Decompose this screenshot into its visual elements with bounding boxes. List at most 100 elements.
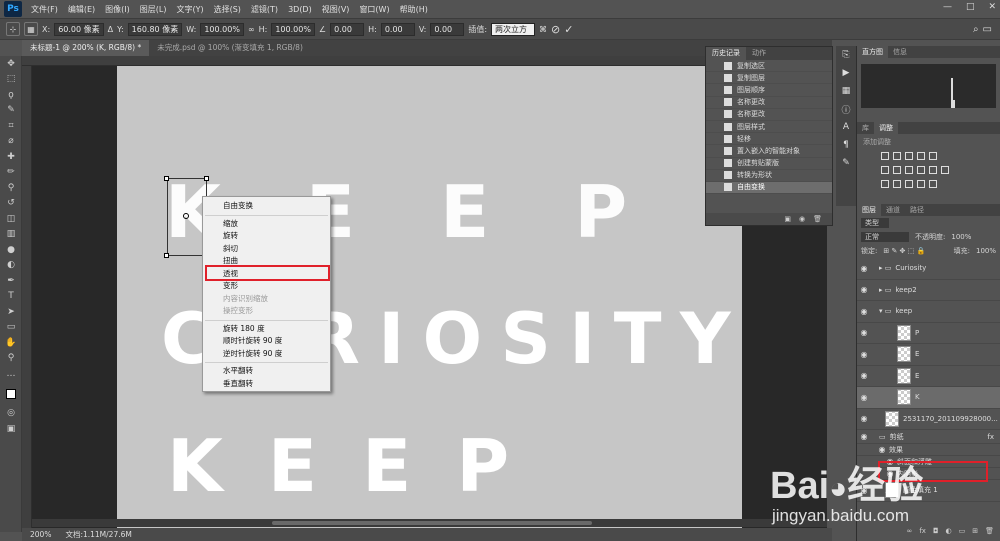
scroll-thumb[interactable] xyxy=(272,521,592,525)
visibility-eye-icon[interactable]: ◉ xyxy=(857,307,871,316)
visibility-eye-icon[interactable]: ◉ xyxy=(857,264,871,273)
history-item[interactable]: 复制图层 xyxy=(706,72,832,85)
properties-dock-icon[interactable]: ▦ xyxy=(836,82,856,100)
tab-libraries[interactable]: 库 xyxy=(857,122,874,134)
bw-icon[interactable] xyxy=(905,166,913,174)
layer-image[interactable]: ◉ 2531170_201109928000... xyxy=(857,409,1000,430)
character-dock-icon[interactable]: A xyxy=(836,118,856,136)
horizontal-scrollbar[interactable] xyxy=(32,519,827,527)
threshold-icon[interactable] xyxy=(905,180,913,188)
shape-tool-icon[interactable]: ▭ xyxy=(0,320,22,336)
layer-group-keep[interactable]: ◉ ▾ ▭ keep xyxy=(857,301,1000,323)
layer-papercut[interactable]: ◉ ▭ 剪纸 fx xyxy=(857,430,1000,444)
transform-handle[interactable] xyxy=(164,253,169,258)
channel-mixer-icon[interactable] xyxy=(929,166,937,174)
menu-type[interactable]: 文字(Y) xyxy=(171,4,208,15)
visibility-eye-icon[interactable]: ◉ xyxy=(857,414,871,423)
selective-color-icon[interactable] xyxy=(929,180,937,188)
menu-item-skew[interactable]: 斜切 xyxy=(203,243,330,256)
menu-filter[interactable]: 滤镜(T) xyxy=(246,4,283,15)
maximize-icon[interactable]: □ xyxy=(966,2,975,12)
layer-e[interactable]: ◉ E xyxy=(857,366,1000,387)
snapshot-icon[interactable]: ◉ xyxy=(799,215,805,223)
menu-edit[interactable]: 编辑(E) xyxy=(63,4,100,15)
transform-handle[interactable] xyxy=(164,176,169,181)
transform-center-point[interactable] xyxy=(183,213,189,219)
history-dock-icon[interactable]: ⎘ xyxy=(836,46,856,64)
visibility-eye-icon[interactable]: ◉ xyxy=(857,393,871,402)
type-tool-icon[interactable]: T xyxy=(0,289,22,305)
hskew-field[interactable]: 0.00 xyxy=(380,22,415,36)
layer-group-keep2[interactable]: ◉ ▸ ▭ keep2 xyxy=(857,280,1000,301)
fill-value[interactable]: 100% xyxy=(976,247,996,255)
menu-item-flip-horizontal[interactable]: 水平翻转 xyxy=(203,365,330,378)
lock-icons[interactable]: ⊞ ✎ ✥ ⬚ 🔒 xyxy=(883,247,925,255)
menu-item-scale[interactable]: 缩放 xyxy=(203,218,330,231)
menu-item-rotate[interactable]: 旋转 xyxy=(203,230,330,243)
tab-layers[interactable]: 图层 xyxy=(857,204,881,216)
new-document-from-state-icon[interactable]: ▣ xyxy=(784,215,791,223)
transform-tool-icon[interactable]: ⊹ xyxy=(6,22,20,36)
height-field[interactable]: 100.00% xyxy=(271,22,315,36)
screen-mode-icon[interactable]: ▣ xyxy=(0,421,22,437)
eyedropper-tool-icon[interactable]: ⌀ xyxy=(0,134,22,150)
history-item[interactable]: 图层顺序 xyxy=(706,84,832,97)
menu-layer[interactable]: 图层(L) xyxy=(135,4,172,15)
width-field[interactable]: 100.00% xyxy=(200,22,244,36)
history-item[interactable]: 置入嵌入的智能对象 xyxy=(706,145,832,158)
menu-item-free-transform[interactable]: 自由变换 xyxy=(203,200,330,213)
opacity-value[interactable]: 100% xyxy=(951,233,971,241)
filter-kind-select[interactable]: 类型 xyxy=(861,218,889,228)
color-lookup-icon[interactable] xyxy=(941,166,949,174)
zoom-level[interactable]: 200% xyxy=(30,530,51,539)
delta-icon[interactable]: Δ xyxy=(108,25,113,34)
history-item-current[interactable]: 自由变换 xyxy=(706,181,832,195)
menu-item-flip-vertical[interactable]: 垂直翻转 xyxy=(203,378,330,391)
invert-icon[interactable] xyxy=(881,180,889,188)
tab-histogram[interactable]: 直方图 xyxy=(857,46,888,58)
warp-icon[interactable]: ⌘ xyxy=(539,25,547,34)
tab-paths[interactable]: 路径 xyxy=(905,204,929,216)
history-brush-icon[interactable]: ↺ xyxy=(0,196,22,212)
tab-actions[interactable]: 动作 xyxy=(746,47,772,60)
tab-document-1[interactable]: 未标题-1 @ 200% (K, RGB/8) * xyxy=(22,40,150,56)
menu-window[interactable]: 窗口(W) xyxy=(354,4,394,15)
layer-e[interactable]: ◉ E xyxy=(857,344,1000,366)
vibrance-icon[interactable] xyxy=(929,152,937,160)
visibility-eye-icon[interactable]: ◉ xyxy=(857,432,871,441)
brightness-icon[interactable] xyxy=(881,152,889,160)
menu-3d[interactable]: 3D(D) xyxy=(283,5,317,14)
x-field[interactable]: 60.00 像素 xyxy=(54,22,104,36)
eraser-tool-icon[interactable]: ◫ xyxy=(0,211,22,227)
history-item[interactable]: 名称更改 xyxy=(706,109,832,121)
tab-history[interactable]: 历史记录 xyxy=(706,47,746,60)
history-item[interactable]: 图层样式 xyxy=(706,121,832,134)
visibility-eye-icon[interactable]: ◉ xyxy=(857,350,871,359)
history-item[interactable]: 复制选区 xyxy=(706,60,832,73)
menu-image[interactable]: 图像(I) xyxy=(100,4,135,15)
healing-tool-icon[interactable]: ✚ xyxy=(0,149,22,165)
fx-icon[interactable]: fx xyxy=(987,433,994,441)
menu-select[interactable]: 选择(S) xyxy=(209,4,246,15)
close-icon[interactable]: ✕ xyxy=(988,2,996,12)
exposure-icon[interactable] xyxy=(917,152,925,160)
curves-icon[interactable] xyxy=(905,152,913,160)
search-icon[interactable]: ⌕ xyxy=(973,24,979,35)
y-field[interactable]: 160.80 像素 xyxy=(127,22,183,36)
tab-info[interactable]: 信息 xyxy=(888,46,912,58)
history-item[interactable]: 转换为形状 xyxy=(706,170,832,182)
commit-transform-icon[interactable]: ✓ xyxy=(564,23,573,36)
hand-tool-icon[interactable]: ✋ xyxy=(0,335,22,351)
layer-k-selected[interactable]: ◉ K xyxy=(857,387,1000,409)
transform-handle[interactable] xyxy=(204,176,209,181)
menu-item-rotate-180[interactable]: 旋转 180 度 xyxy=(203,323,330,336)
paragraph-dock-icon[interactable]: ¶ xyxy=(836,136,856,154)
posterize-icon[interactable] xyxy=(893,180,901,188)
menu-item-warp[interactable]: 变形 xyxy=(203,280,330,293)
gradient-map-icon[interactable] xyxy=(917,180,925,188)
tab-adjustments[interactable]: 调整 xyxy=(874,122,898,134)
trash-icon[interactable]: 🗑 xyxy=(813,215,822,223)
lasso-tool-icon[interactable]: ϙ xyxy=(0,87,22,103)
actions-dock-icon[interactable]: ▶ xyxy=(836,64,856,82)
brush-tool-icon[interactable]: ✏ xyxy=(0,165,22,181)
